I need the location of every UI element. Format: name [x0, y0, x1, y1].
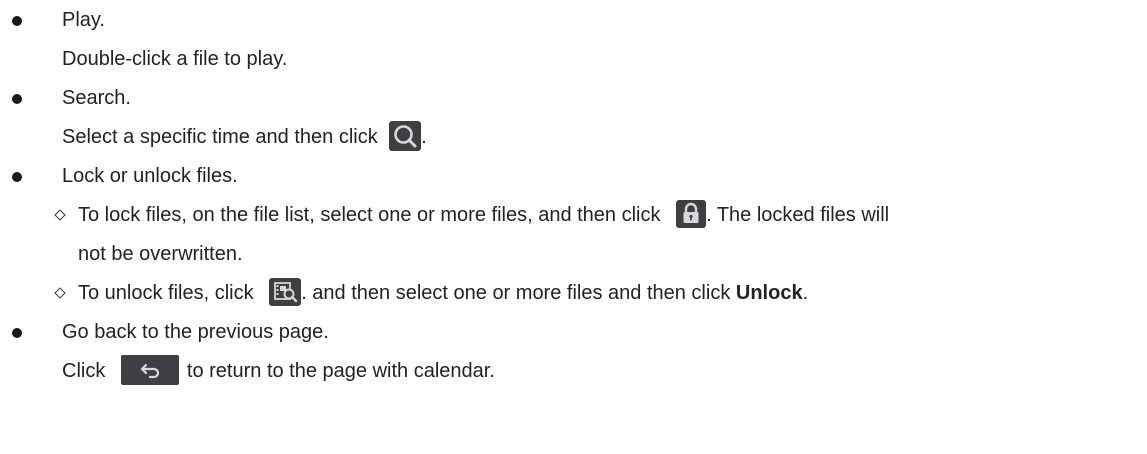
- sub-item-continuation: not be overwritten.: [78, 243, 243, 265]
- item-title: Search.: [62, 87, 131, 109]
- bullet: [12, 94, 22, 104]
- back-arrow-icon[interactable]: [120, 354, 179, 385]
- locked-files-search-icon[interactable]: [269, 277, 302, 306]
- document-body: Play. Double-click a file to play. Searc…: [0, 0, 1147, 391]
- sub-item-text: To lock files, on the file list, select …: [78, 196, 1147, 235]
- sub-text: To lock files, on the file list, select …: [78, 204, 661, 226]
- sub-text: To unlock files, click: [78, 282, 254, 304]
- bullet: [12, 328, 22, 338]
- detail-text-end: .: [421, 126, 427, 148]
- sub-item-lock: To lock files, on the file list, select …: [0, 196, 1147, 274]
- diamond-bullet: [54, 209, 66, 221]
- item-title: Go back to the previous page.: [62, 321, 329, 343]
- unlock-button-label: Unlock: [735, 282, 803, 304]
- lock-icon[interactable]: [676, 199, 707, 228]
- item-title: Lock or unlock files.: [62, 165, 238, 187]
- list-item-play: Play. Double-click a file to play.: [0, 1, 1147, 79]
- detail-text: Click: [62, 360, 106, 382]
- sub-item-unlock: To unlock files, click . and then select…: [0, 274, 1147, 313]
- item-detail: Double-click a file to play.: [62, 48, 288, 70]
- list-item-lock: Lock or unlock files.: [0, 157, 1147, 196]
- detail-text-end: to return to the page with calendar.: [186, 360, 495, 382]
- list-item-search: Search. Select a specific time and then …: [0, 79, 1147, 157]
- sub-item-text: To unlock files, click . and then select…: [78, 274, 1147, 313]
- bullet: [12, 16, 22, 26]
- item-detail: Click to return to the page with calenda…: [62, 352, 1147, 391]
- sub-text-mid: . and then select one or more files and …: [301, 282, 731, 304]
- bullet: [12, 172, 22, 182]
- search-icon[interactable]: [389, 120, 422, 151]
- detail-text: Select a specific time and then click: [62, 126, 378, 148]
- list-item-back: Go back to the previous page. Click to r…: [0, 313, 1147, 391]
- item-title: Play.: [62, 9, 105, 31]
- sub-text-end: . The locked files will: [706, 204, 890, 226]
- item-detail: Select a specific time and then click .: [62, 118, 1147, 157]
- diamond-bullet: [54, 287, 66, 299]
- sub-text-end: .: [802, 282, 809, 304]
